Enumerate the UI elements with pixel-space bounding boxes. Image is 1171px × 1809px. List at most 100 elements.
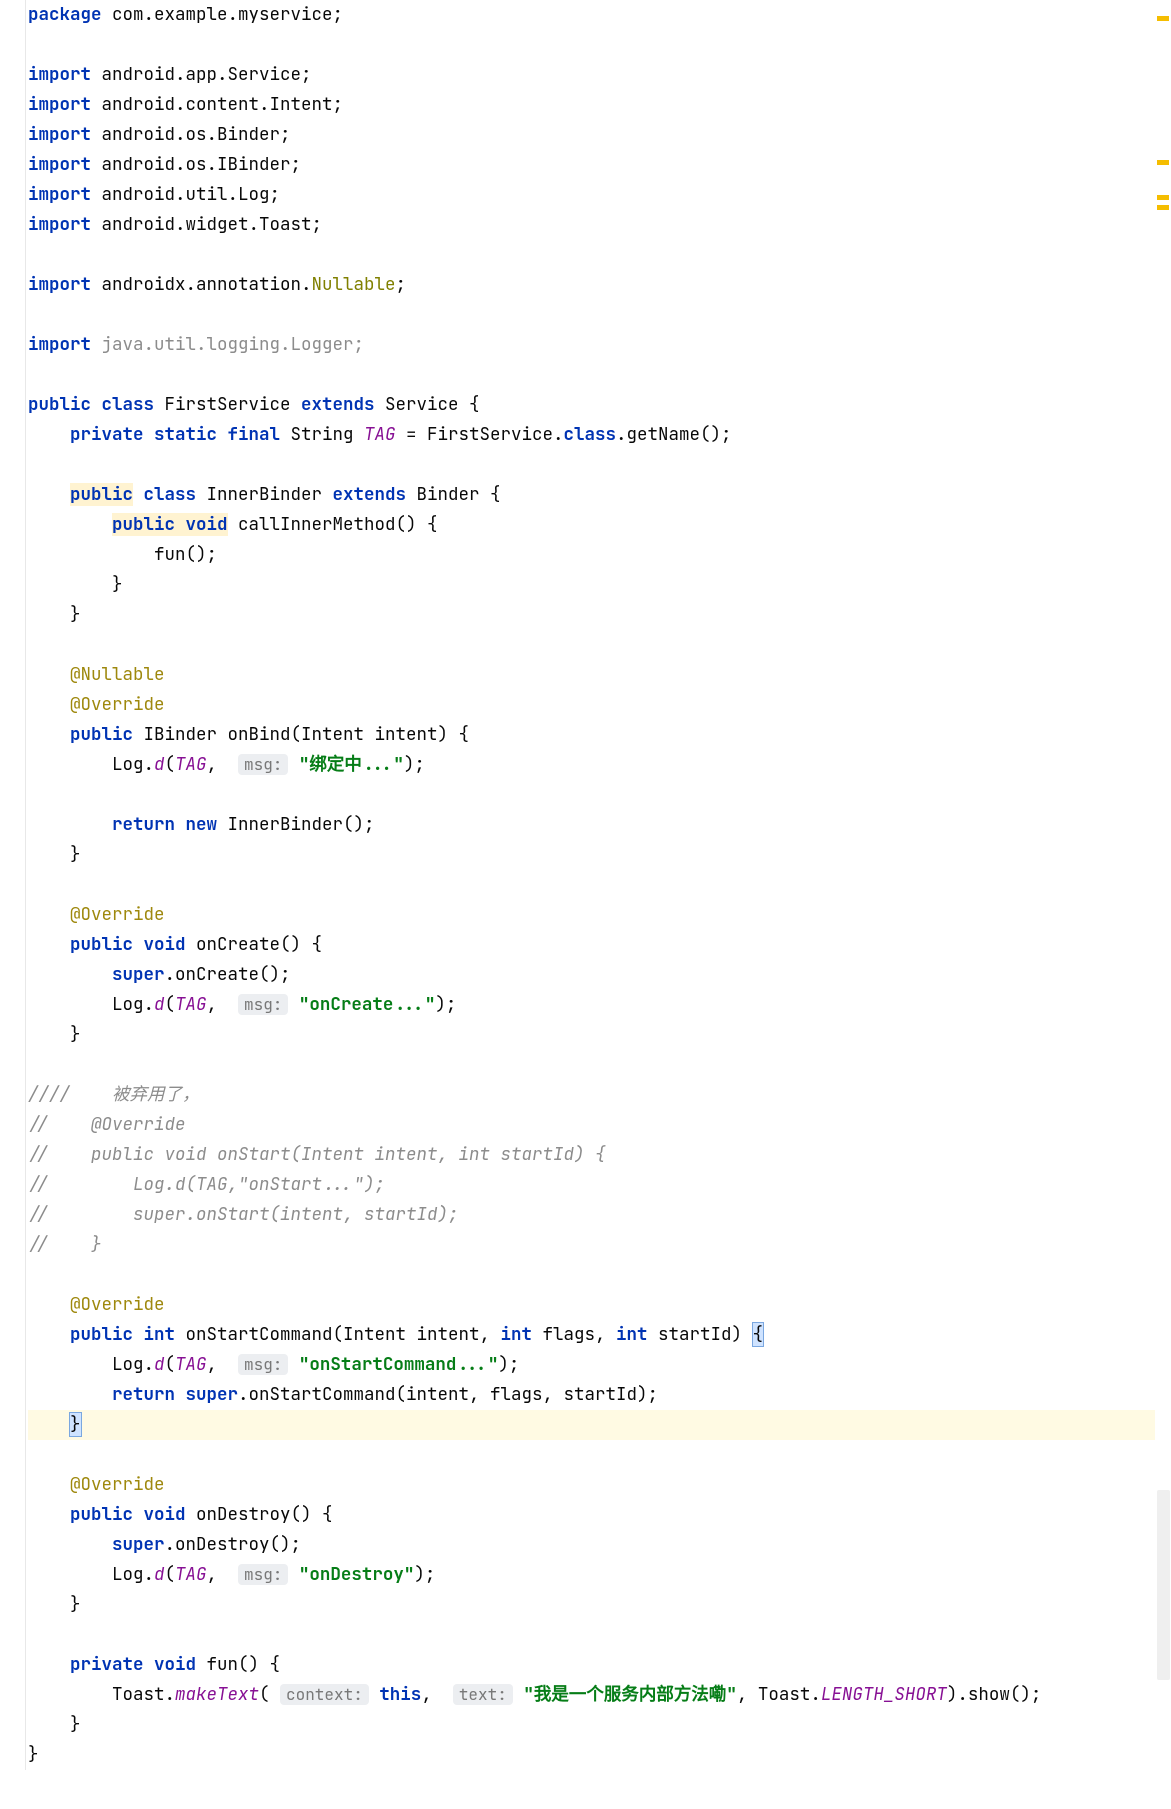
text: flags, [532, 1323, 616, 1346]
string: "onStartCommand..." [299, 1353, 499, 1376]
text: startId) [648, 1323, 753, 1346]
comment: // @Override [28, 1113, 186, 1136]
code-line[interactable]: @Override [28, 900, 1155, 930]
code-editor[interactable]: package com.example.myservice; import an… [0, 0, 1171, 1770]
code-line[interactable]: import android.content.Intent; [28, 90, 1155, 120]
warning-marker[interactable] [1157, 16, 1169, 21]
keyword: private static final [70, 423, 280, 446]
code-line[interactable]: Toast.makeText( context: this, text: "我是… [28, 1680, 1155, 1710]
code-line[interactable]: import android.os.Binder; [28, 120, 1155, 150]
code-line[interactable] [28, 630, 1155, 660]
string: "onDestroy" [299, 1563, 415, 1586]
keyword: class [564, 423, 617, 446]
code-line[interactable]: } [28, 1020, 1155, 1050]
code-line[interactable]: import java.util.logging.Logger; [28, 330, 1155, 360]
text: , Toast. [737, 1683, 821, 1706]
parameter-hint: msg: [238, 1354, 288, 1375]
code-line[interactable] [28, 1440, 1155, 1470]
field: TAG [175, 1353, 207, 1376]
text: onStartCommand(Intent intent, [175, 1323, 501, 1346]
code-line[interactable]: private void fun() { [28, 1650, 1155, 1680]
text: } [28, 843, 81, 866]
text: ); [404, 753, 425, 776]
code-line[interactable]: public void callInnerMethod() { [28, 510, 1155, 540]
code-line[interactable]: // Log.d(TAG,"onStart..."); [28, 1170, 1155, 1200]
parameter-hint: text: [453, 1684, 513, 1705]
code-line[interactable] [28, 360, 1155, 390]
warning-marker[interactable] [1157, 160, 1169, 165]
field: TAG [175, 993, 207, 1016]
code-line[interactable] [28, 870, 1155, 900]
code-line[interactable]: } [28, 1710, 1155, 1740]
text: InnerBinder(); [217, 813, 375, 836]
code-line[interactable]: package com.example.myservice; [28, 0, 1155, 30]
code-area[interactable]: package com.example.myservice; import an… [26, 0, 1155, 1770]
keyword: public [28, 393, 91, 416]
code-line[interactable] [28, 300, 1155, 330]
caret-line[interactable]: } [28, 1410, 1155, 1440]
warning-marker[interactable] [1157, 195, 1169, 200]
code-line[interactable] [28, 1260, 1155, 1290]
annotation: @Override [70, 903, 165, 926]
code-line[interactable]: import android.os.IBinder; [28, 150, 1155, 180]
keyword: public [70, 483, 133, 506]
code-line[interactable]: public int onStartCommand(Intent intent,… [28, 1320, 1155, 1350]
code-line[interactable]: } [28, 1740, 1155, 1770]
code-line[interactable]: public void onDestroy() { [28, 1500, 1155, 1530]
field: TAG [175, 1563, 207, 1586]
code-line[interactable] [28, 780, 1155, 810]
code-line[interactable]: return super.onStartCommand(intent, flag… [28, 1380, 1155, 1410]
scrollbar-thumb[interactable] [1157, 1490, 1170, 1680]
code-line[interactable] [28, 1050, 1155, 1080]
code-line[interactable]: import android.widget.Toast; [28, 210, 1155, 240]
code-line[interactable] [28, 1620, 1155, 1650]
text: } [28, 1713, 81, 1736]
code-line[interactable]: } [28, 840, 1155, 870]
marker-stripe[interactable] [1155, 0, 1171, 1770]
text: String [280, 423, 364, 446]
code-line[interactable]: Log.d(TAG, msg: "绑定中..."); [28, 750, 1155, 780]
code-line[interactable]: // public void onStart(Intent intent, in… [28, 1140, 1155, 1170]
text: onDestroy() { [186, 1503, 333, 1526]
code-line[interactable]: } [28, 600, 1155, 630]
code-line[interactable]: public void onCreate() { [28, 930, 1155, 960]
code-line[interactable]: } [28, 1590, 1155, 1620]
static-method: makeText [175, 1683, 259, 1706]
code-line[interactable]: public class FirstService extends Servic… [28, 390, 1155, 420]
code-line[interactable]: fun(); [28, 540, 1155, 570]
code-line[interactable]: import android.app.Service; [28, 60, 1155, 90]
text: } [28, 1743, 39, 1766]
keyword: int [616, 1323, 648, 1346]
keyword: import [28, 213, 91, 236]
code-line[interactable]: // super.onStart(intent, startId); [28, 1200, 1155, 1230]
code-line[interactable] [28, 30, 1155, 60]
code-line[interactable]: @Override [28, 690, 1155, 720]
code-line[interactable]: Log.d(TAG, msg: "onDestroy"); [28, 1560, 1155, 1590]
text: ; [396, 273, 407, 296]
code-line[interactable]: import androidx.annotation.Nullable; [28, 270, 1155, 300]
code-line[interactable] [28, 450, 1155, 480]
code-line[interactable]: super.onDestroy(); [28, 1530, 1155, 1560]
code-line[interactable]: // @Override [28, 1110, 1155, 1140]
code-line[interactable]: private static final String TAG = FirstS… [28, 420, 1155, 450]
code-line[interactable]: @Override [28, 1470, 1155, 1500]
keyword: extends [333, 483, 407, 506]
code-line[interactable]: @Nullable [28, 660, 1155, 690]
code-line[interactable]: @Override [28, 1290, 1155, 1320]
code-line[interactable]: Log.d(TAG, msg: "onStartCommand..."); [28, 1350, 1155, 1380]
code-line[interactable] [28, 240, 1155, 270]
keyword: void [186, 513, 228, 536]
code-line[interactable]: public class InnerBinder extends Binder … [28, 480, 1155, 510]
text: androidx.annotation. [91, 273, 312, 296]
gutter[interactable] [0, 0, 26, 1770]
code-line[interactable]: Log.d(TAG, msg: "onCreate..."); [28, 990, 1155, 1020]
code-line[interactable]: super.onCreate(); [28, 960, 1155, 990]
code-line[interactable]: } [28, 570, 1155, 600]
code-line[interactable]: return new InnerBinder(); [28, 810, 1155, 840]
warning-marker[interactable] [1157, 205, 1169, 210]
code-line[interactable]: import android.util.Log; [28, 180, 1155, 210]
code-line[interactable]: //// 被弃用了， [28, 1080, 1155, 1110]
code-line[interactable]: public IBinder onBind(Intent intent) { [28, 720, 1155, 750]
code-line[interactable]: // } [28, 1230, 1155, 1260]
keyword: super [112, 963, 165, 986]
